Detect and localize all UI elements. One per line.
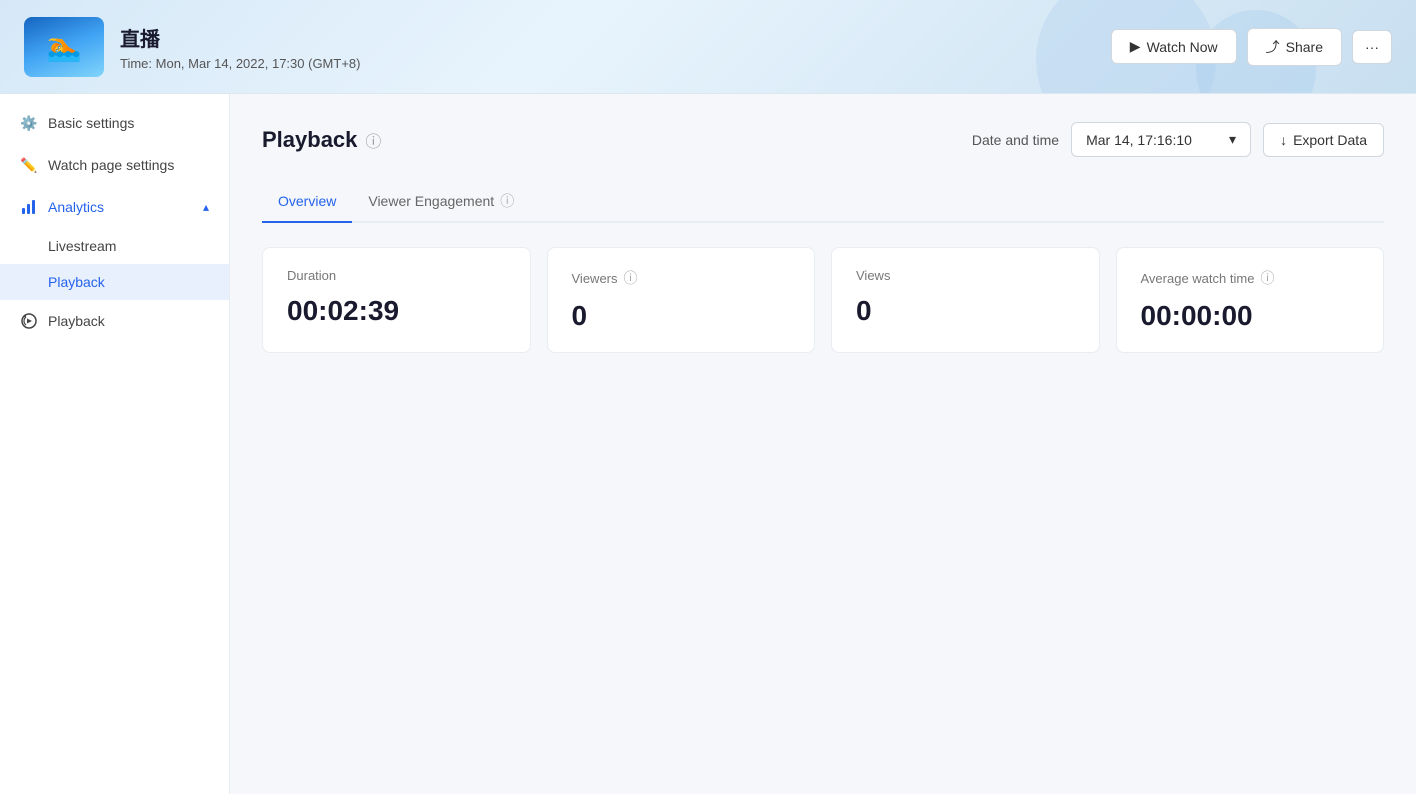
tabs: Overview Viewer Engagement ⓘ — [262, 181, 1384, 223]
duration-value: 00:02:39 — [287, 295, 506, 327]
share-button[interactable]: ⤴ Share — [1247, 28, 1342, 66]
playback-info-icon[interactable]: ⓘ — [365, 128, 381, 152]
page-header: 🏊 直播 Time: Mon, Mar 14, 2022, 17:30 (GMT… — [0, 0, 1416, 94]
avg-watch-time-label: Average watch time ⓘ — [1141, 268, 1360, 288]
main-content: Playback ⓘ Date and time Mar 14, 17:16:1… — [230, 94, 1416, 794]
more-button[interactable]: ··· — [1352, 30, 1392, 64]
avg-watch-time-value: 00:00:00 — [1141, 300, 1360, 332]
stream-title: 直播 — [120, 23, 1111, 52]
date-label: Date and time — [972, 132, 1059, 148]
stats-grid: Duration 00:02:39 Viewers ⓘ 0 Views 0 — [262, 247, 1384, 353]
page-title: Playback — [262, 127, 357, 153]
stat-card-viewers: Viewers ⓘ 0 — [547, 247, 816, 353]
sidebar-sub-item-playback[interactable]: Playback — [0, 264, 229, 300]
sidebar: ⚙️ Basic settings ✏️ Watch page settings… — [0, 94, 230, 794]
watch-now-button[interactable]: ▶ Watch Now — [1111, 29, 1237, 64]
views-label: Views — [856, 268, 1075, 283]
stream-thumbnail: 🏊 — [24, 17, 104, 77]
header-actions: ▶ Watch Now ⤴ Share ··· — [1111, 28, 1392, 66]
thumbnail-emoji: 🏊 — [47, 30, 82, 63]
date-dropdown[interactable]: Mar 14, 17:16:10 ▾ — [1071, 122, 1251, 157]
avg-watch-time-info-icon[interactable]: ⓘ — [1260, 268, 1274, 288]
stat-card-avg-watch-time: Average watch time ⓘ 00:00:00 — [1116, 247, 1385, 353]
export-data-button[interactable]: ↓ Export Data — [1263, 123, 1384, 157]
viewer-engagement-info-icon[interactable]: ⓘ — [500, 191, 514, 211]
stream-subtitle: Time: Mon, Mar 14, 2022, 17:30 (GMT+8) — [120, 56, 1111, 71]
layout: ⚙️ Basic settings ✏️ Watch page settings… — [0, 94, 1416, 794]
play-icon: ▶ — [1130, 38, 1141, 55]
stat-card-views: Views 0 — [831, 247, 1100, 353]
sidebar-item-playback2[interactable]: Playback — [0, 300, 229, 342]
analytics-icon — [20, 198, 38, 216]
dropdown-chevron-icon: ▾ — [1229, 131, 1236, 148]
tab-overview[interactable]: Overview — [262, 181, 352, 223]
sidebar-item-analytics[interactable]: Analytics ▴ — [0, 186, 229, 228]
page-title-row: Playback ⓘ — [262, 127, 381, 153]
tab-viewer-engagement[interactable]: Viewer Engagement ⓘ — [352, 181, 530, 223]
chevron-up-icon: ▴ — [203, 200, 209, 214]
page-controls: Date and time Mar 14, 17:16:10 ▾ ↓ Expor… — [972, 122, 1384, 157]
viewers-info-icon[interactable]: ⓘ — [624, 268, 638, 288]
stat-card-duration: Duration 00:02:39 — [262, 247, 531, 353]
sidebar-item-basic-settings[interactable]: ⚙️ Basic settings — [0, 102, 229, 144]
views-value: 0 — [856, 295, 1075, 327]
playback-icon — [20, 312, 38, 330]
edit-icon: ✏️ — [20, 156, 38, 174]
gear-icon: ⚙️ — [20, 114, 38, 132]
sidebar-sub-item-livestream[interactable]: Livestream — [0, 228, 229, 264]
duration-label: Duration — [287, 268, 506, 283]
share-icon: ⤴ — [1266, 37, 1280, 57]
viewers-label: Viewers ⓘ — [572, 268, 791, 288]
download-icon: ↓ — [1280, 132, 1287, 148]
viewers-value: 0 — [572, 300, 791, 332]
stream-info: 直播 Time: Mon, Mar 14, 2022, 17:30 (GMT+8… — [120, 23, 1111, 71]
content-page-header: Playback ⓘ Date and time Mar 14, 17:16:1… — [262, 122, 1384, 157]
sidebar-item-watch-page-settings[interactable]: ✏️ Watch page settings — [0, 144, 229, 186]
